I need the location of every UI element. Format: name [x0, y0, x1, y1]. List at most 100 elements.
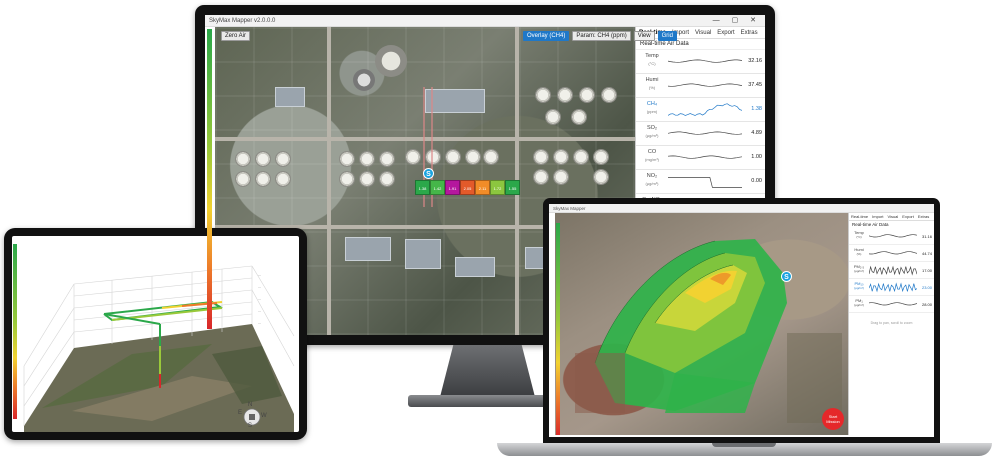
reading-value: 4.89 [751, 130, 762, 136]
toolbar-grid-button[interactable]: Grid [657, 31, 677, 41]
compass-label-e: E [238, 410, 243, 416]
reading-sparkline [668, 103, 742, 116]
concentration-contour-overlay [575, 239, 842, 423]
laptop-reading-value: 17.00 [921, 268, 932, 273]
sensor-cell[interactable]: 1.42 [430, 180, 445, 195]
svg-text:—: — [258, 297, 261, 301]
laptop-reading-row[interactable]: Temp (°C) 31.16 [849, 228, 934, 245]
start-mission-button[interactable]: Start Mission [822, 408, 844, 430]
laptop-reading-row[interactable]: PM₁ (μg/m³) 28.00 [849, 296, 934, 313]
laptop-tab-visual[interactable]: Visual [885, 213, 900, 220]
laptop-reading-row[interactable]: PM₁₀ (μg/m³) 23.00 [849, 279, 934, 296]
reading-unit: (%) [648, 85, 656, 90]
reading-label: NO₂ (μg/m³) [639, 173, 665, 187]
laptop-color-scale [556, 223, 560, 435]
reading-name: Humi [645, 77, 659, 83]
laptop-reading-row[interactable]: Humi (%) 44.74 [849, 245, 934, 262]
laptop-reading-sparkline [869, 234, 917, 238]
reading-unit: (mg/m³) [645, 157, 659, 162]
tablet-device: — — — — — E S W N [4, 228, 307, 440]
contour-map[interactable]: S Start Mission [555, 213, 848, 435]
compass-label-s: S [248, 423, 253, 429]
tab-export[interactable]: Export [714, 27, 737, 38]
reading-row[interactable]: Temp (°C) 32.16 [636, 50, 765, 74]
laptop-start-marker-icon[interactable]: S [781, 271, 792, 282]
laptop-tab-import[interactable]: Import [870, 213, 885, 220]
tab-visual[interactable]: Visual [692, 27, 714, 38]
reading-value: 0.00 [751, 178, 762, 184]
sensor-cell[interactable]: 1.72 [490, 180, 505, 195]
reading-name: SO₂ [646, 125, 658, 131]
start-marker-icon[interactable]: S [423, 168, 434, 179]
svg-text:—: — [258, 285, 261, 289]
laptop-reading-value: 44.74 [921, 251, 932, 256]
monitor-stand [440, 345, 535, 397]
sensor-cell[interactable]: 1.38 [415, 180, 430, 195]
laptop-reading-sparkline [869, 282, 917, 293]
reading-unit: (μg/m³) [645, 181, 659, 186]
map-toolbar-right: Overlay (CH4) Param: CH4 (ppm) View Grid [523, 31, 677, 41]
reading-row[interactable]: Humi (%) 37.45 [636, 74, 765, 98]
svg-text:—: — [258, 273, 261, 277]
sensor-cell[interactable]: 1.55 [505, 180, 520, 195]
reading-sparkline [668, 83, 742, 87]
laptop-reading-sparkline [869, 251, 917, 255]
sensor-cell[interactable]: 1.91 [445, 180, 460, 195]
reading-value: 37.45 [748, 82, 762, 88]
reading-sparkline [668, 177, 742, 188]
3d-flight-path-view[interactable]: — — — — — [12, 236, 299, 432]
window-controls[interactable]: — ▢ ✕ [713, 15, 761, 27]
reading-row[interactable]: CO (mg/m³) 1.00 [636, 146, 765, 170]
reading-name: CO [647, 149, 657, 155]
reading-row[interactable]: NO₂ (μg/m³) 0.00 [636, 170, 765, 194]
window-titlebar: SkyMax Mapper v2.0.0.0 — ▢ ✕ [205, 15, 765, 27]
toolbar-zero-air-button[interactable]: Zero Air [221, 31, 251, 41]
laptop-screen: SkyMax Mapper S Start Mission Real-time … [549, 204, 934, 437]
reading-value: 1.38 [751, 106, 762, 112]
laptop-tab-extras[interactable]: Extras [916, 213, 931, 220]
reading-unit: (°C) [648, 61, 656, 66]
svg-text:—: — [258, 309, 261, 313]
laptop-reading-label: PM₁ (μg/m³) [851, 298, 867, 308]
reading-row[interactable]: CH₄ (ppm) 1.38 [636, 98, 765, 122]
laptop-reading-row[interactable]: PM₂.₅ (μg/m³) 17.00 [849, 262, 934, 279]
toolbar-overlay-button[interactable]: Overlay (CH4) [523, 31, 570, 41]
laptop-map-hint: Drag to pan, scroll to zoom [870, 321, 913, 325]
laptop-reading-label: PM₁₀ (μg/m³) [851, 281, 867, 291]
reading-name: Temp [645, 53, 659, 59]
tablet-3d-view[interactable]: — — — — — E S W N [12, 236, 299, 432]
start-mission-label: Start Mission [826, 414, 840, 424]
laptop-panel-tabs: Real-time Import Visual Export Extras [849, 213, 934, 221]
toolbar-param-select[interactable]: Param: CH4 (ppm) [572, 31, 631, 41]
laptop-reading-label: PM₂.₅ (μg/m³) [851, 264, 867, 274]
reading-value: 32.16 [748, 58, 762, 64]
laptop-realtime-panel: Real-time Import Visual Export Extras Re… [848, 213, 934, 435]
compass-label-w: W [261, 413, 267, 419]
laptop-notch [712, 443, 776, 447]
reading-label: SO₂ (μg/m³) [639, 125, 665, 139]
sensor-cell[interactable]: 2.11 [475, 180, 490, 195]
window-title: SkyMax Mapper v2.0.0.0 [209, 18, 276, 24]
reading-row[interactable]: SO₂ (μg/m³) 4.89 [636, 122, 765, 146]
reading-sparkline [668, 155, 742, 159]
reading-label: CH₄ (ppm) [639, 101, 665, 115]
concentration-color-scale [207, 29, 212, 329]
laptop-tab-real-time[interactable]: Real-time [849, 213, 870, 220]
toolbar-view-button[interactable]: View [633, 31, 655, 41]
laptop-reading-unit: (μg/m³) [854, 303, 864, 307]
reading-unit: (μg/m³) [645, 133, 659, 138]
laptop-tab-export[interactable]: Export [900, 213, 916, 220]
laptop-reading-label: Temp (°C) [851, 230, 867, 240]
reading-label: CO (mg/m³) [639, 149, 665, 163]
laptop-reading-value: 23.00 [921, 285, 932, 290]
laptop-device: SkyMax Mapper S Start Mission Real-time … [543, 198, 940, 445]
map-toolbar-left: Zero Air [221, 31, 251, 41]
laptop-reading-list: Temp (°C) 31.16 Humi (%) 44.74 PM₂.₅ (μg/m³) 17.… [849, 228, 934, 313]
reading-label: Temp (°C) [639, 53, 665, 67]
laptop-reading-sparkline [869, 265, 917, 276]
svg-text:—: — [258, 321, 261, 325]
reading-unit: (ppm) [646, 109, 658, 114]
laptop-reading-sparkline [869, 302, 917, 306]
tab-extras[interactable]: Extras [738, 27, 761, 38]
sensor-cell[interactable]: 2.05 [460, 180, 475, 195]
